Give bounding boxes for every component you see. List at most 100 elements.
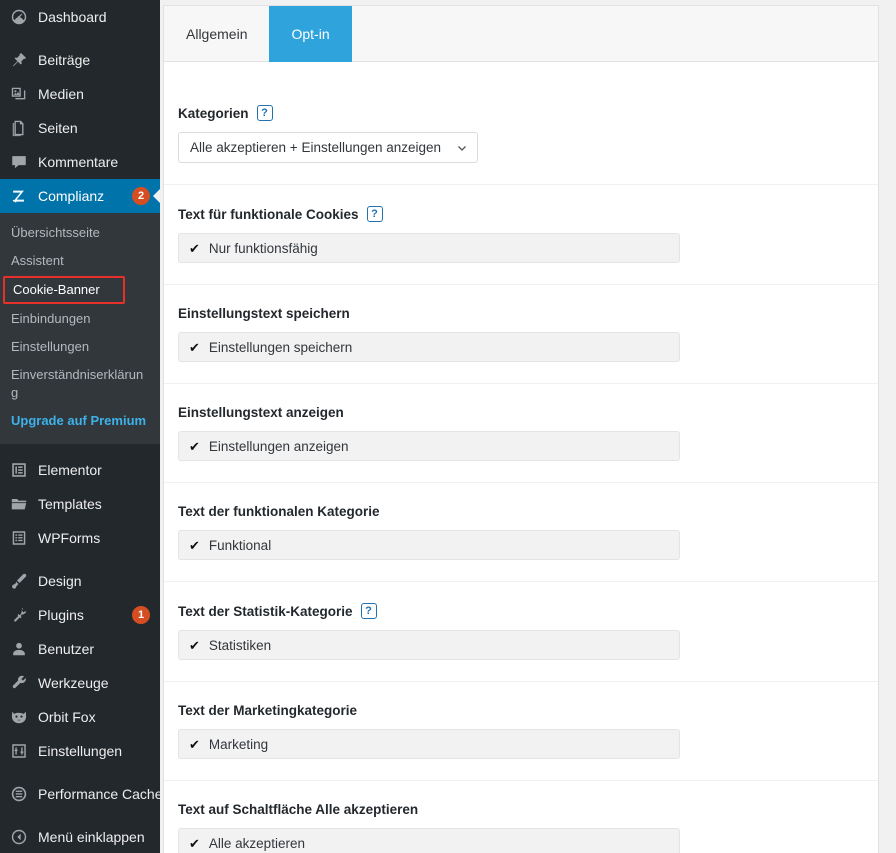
sidebar-item-men-einklappen[interactable]: Menü einklappen [0,820,160,853]
sidebar-item-orbit-fox[interactable]: Orbit Fox [0,700,160,734]
sidebar-item-elementor[interactable]: Elementor [0,453,160,487]
submenu-item-einverst-ndniserkl-rung[interactable]: Einverständniserklärung [0,361,160,407]
sidebar-item-label: Templates [38,496,102,512]
sidebar-item-seiten[interactable]: Seiten [0,111,160,145]
checkmark-icon: ✔ [189,835,200,851]
sidebar-item-templates[interactable]: Templates [0,487,160,521]
submenu-item-bersichtsseite[interactable]: Übersichtsseite [0,219,160,247]
field-row: Text der Statistik-Kategorie? ✔ Statistike… [164,582,878,682]
submenu-item-einstellungen[interactable]: Einstellungen [0,333,160,361]
sidebar-item-label: Werkzeuge [38,675,109,691]
field-label: Text auf Schaltfläche Alle akzeptieren [178,802,864,817]
sidebar-item-label: Orbit Fox [38,709,96,725]
field-label: Kategorien? [178,105,864,121]
checkmark-icon: ✔ [189,736,200,752]
media-icon [9,84,29,104]
field-label: Text der funktionalen Kategorie [178,504,864,519]
fox-icon [9,707,29,727]
help-icon[interactable]: ? [366,206,383,222]
sidebar-item-label: Kommentare [38,154,119,170]
submenu-item-upgrade-auf-premium[interactable]: Upgrade auf Premium [0,407,160,435]
sidebar-item-label: Complianz [38,188,105,204]
chevron-down-icon [456,142,468,154]
text-input[interactable]: ✔ Einstellungen anzeigen [178,431,680,461]
sidebar-item-performance-cache[interactable]: Performance Cache [0,777,160,811]
sidebar-item-medien[interactable]: Medien [0,77,160,111]
sidebar-item-benutzer[interactable]: Benutzer [0,632,160,666]
settings-fields: Kategorien? Alle akzeptieren + Einstellun… [164,62,878,853]
field-row: Text für funktionale Cookies? ✔ Nur funkti… [164,185,878,285]
text-input[interactable]: ✔ Alle akzeptieren [178,828,680,853]
field-label-text: Text der Statistik-Kategorie [178,603,353,619]
field-label: Text für funktionale Cookies? [178,206,864,222]
field-label: Einstellungstext anzeigen [178,405,864,420]
cache-icon [9,784,29,804]
sidebar-item-label: Elementor [38,462,102,478]
help-icon[interactable]: ? [360,603,377,619]
field-row: Einstellungstext speichern ✔ Einstellungen… [164,285,878,384]
select-value: Alle akzeptieren + Einstellungen anzeige… [190,140,442,155]
sidebar-item-label: Dashboard [38,9,107,25]
pages-icon [9,118,29,138]
checkmark-icon: ✔ [189,637,200,653]
sidebar-item-einstellungen[interactable]: Einstellungen [0,734,160,768]
sidebar-item-label: Performance Cache [38,786,160,802]
text-input[interactable]: ✔ Nur funktionsfähig [178,233,680,263]
plugin-icon [9,605,29,625]
checkmark-icon: ✔ [189,537,200,553]
text-input-value: Alle akzeptieren [208,835,305,851]
text-input-value: Marketing [208,736,269,752]
brush-icon [9,571,29,591]
field-row: Text der funktionalen Kategorie ✔ Funktion… [164,483,878,582]
user-icon [9,639,29,659]
sidebar-item-design[interactable]: Design [0,564,160,598]
sidebar-item-wpforms[interactable]: WPForms [0,521,160,555]
wp-admin-screen: Dashboard Beiträge Medien Seiten Kommentare C… [0,0,896,853]
submenu-item-einbindungen[interactable]: Einbindungen [0,305,160,333]
tab-allgemein[interactable]: Allgemein [164,6,269,62]
wrench-icon [9,673,29,693]
sidebar-item-label: Medien [38,86,84,102]
field-row: Kategorien? Alle akzeptieren + Einstellun… [164,62,878,185]
field-label-text: Einstellungstext speichern [178,306,350,321]
checkmark-icon: ✔ [189,240,200,256]
collapse-icon [9,827,29,847]
settings-icon [9,741,29,761]
settings-panel: Allgemein Opt-in Kategorien? Alle akzeptie… [163,5,879,853]
checkmark-icon: ✔ [189,339,200,355]
sidebar-item-plugins[interactable]: Plugins 1 [0,598,160,632]
categories-select[interactable]: Alle akzeptieren + Einstellungen anzeige… [178,132,478,163]
text-input-value: Nur funktionsfähig [208,240,318,256]
field-label: Text der Marketingkategorie [178,703,864,718]
sidebar-item-label: Plugins [38,607,84,623]
field-label-text: Text auf Schaltfläche Alle akzeptieren [178,802,419,817]
tab-bar: Allgemein Opt-in [164,6,878,62]
sidebar-item-beitr-ge[interactable]: Beiträge [0,43,160,77]
content-area: Allgemein Opt-in Kategorien? Alle akzeptie… [160,0,896,853]
field-label: Text der Statistik-Kategorie? [178,603,864,619]
text-input[interactable]: ✔ Marketing [178,729,680,759]
folder-icon [9,494,29,514]
pin-icon [9,50,29,70]
help-icon[interactable]: ? [256,105,273,121]
sidebar-item-kommentare[interactable]: Kommentare [0,145,160,179]
tab-opt-in[interactable]: Opt-in [269,6,352,62]
elementor-icon [9,460,29,480]
text-input[interactable]: ✔ Funktional [178,530,680,560]
field-label-text: Text der Marketingkategorie [178,703,358,718]
menu-badge: 1 [132,606,150,624]
sidebar-item-label: Benutzer [38,641,95,657]
text-input[interactable]: ✔ Statistiken [178,630,680,660]
checkmark-icon: ✔ [189,438,200,454]
sidebar-item-complianz[interactable]: Complianz 2 [0,179,160,213]
complianz-submenu: Übersichtsseite Assistent Cookie-Banner Ein… [0,213,160,444]
sidebar-item-dashboard[interactable]: Dashboard [0,0,160,34]
text-input[interactable]: ✔ Einstellungen speichern [178,332,680,362]
field-label-text: Text für funktionale Cookies [178,206,359,222]
submenu-item-assistent[interactable]: Assistent [0,247,160,275]
submenu-item-cookie-banner[interactable]: Cookie-Banner [3,276,125,304]
sidebar-item-label: Menü einklappen [38,829,145,845]
field-label-text: Text der funktionalen Kategorie [178,504,380,519]
sidebar-item-label: Beiträge [38,52,91,68]
sidebar-item-werkzeuge[interactable]: Werkzeuge [0,666,160,700]
